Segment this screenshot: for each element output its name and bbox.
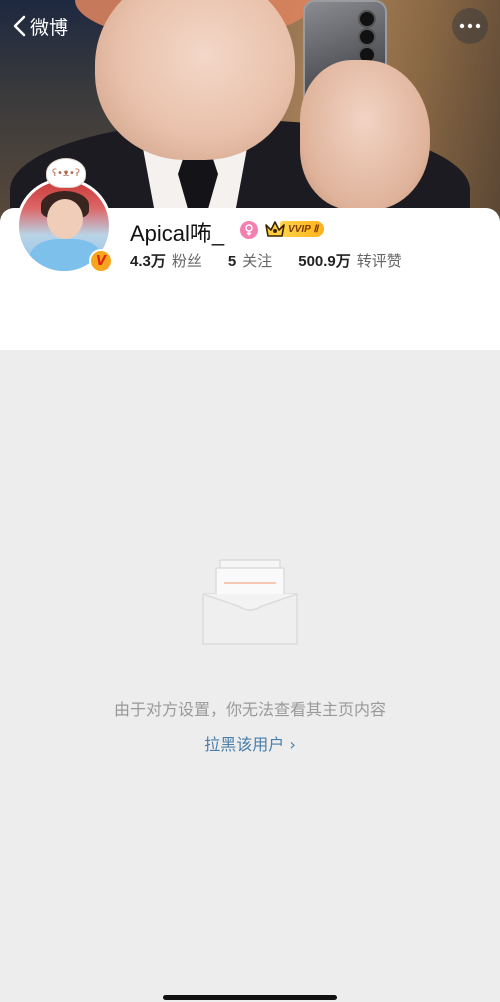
stat-following[interactable]: 5 关注 [228,250,272,271]
female-icon [240,221,258,239]
back-button[interactable]: 微博 [12,12,68,40]
stat-label: 关注 [242,252,273,270]
more-options-button[interactable] [452,8,488,44]
stat-reposts-comments-likes[interactable]: 500.9万 转评赞 [298,250,402,271]
verified-mark: V [95,253,107,269]
more-horizontal-icon [459,23,481,29]
home-indicator[interactable] [163,995,337,1000]
stat-label: 粉丝 [171,252,202,270]
stat-value: 500.9万 [298,253,351,270]
profile-stats: 4.3万 粉丝 5 关注 500.9万 转评赞 [130,250,428,271]
avatar-pendant-icon: ʕ•ᴥ•ʔ [46,158,86,188]
vip-badge[interactable]: VVIP Ⅱ [264,219,325,239]
username: Apical咘_ [130,221,225,246]
stat-followers[interactable]: 4.3万 粉丝 [130,250,202,271]
empty-state-message: 由于对方设置，你无法查看其主页内容 [113,700,386,719]
block-user-link[interactable]: 拉黑该用户 › [0,731,500,755]
crown-icon [265,221,285,237]
vip-label: VVIP Ⅱ [280,221,325,237]
verified-badge-icon: V [89,249,113,273]
back-label: 微博 [30,16,69,39]
chevron-left-icon [13,15,26,37]
stat-label: 转评赞 [356,252,402,270]
empty-inbox-icon [202,559,298,645]
stat-value: 4.3万 [130,253,166,270]
stat-value: 5 [227,253,237,270]
